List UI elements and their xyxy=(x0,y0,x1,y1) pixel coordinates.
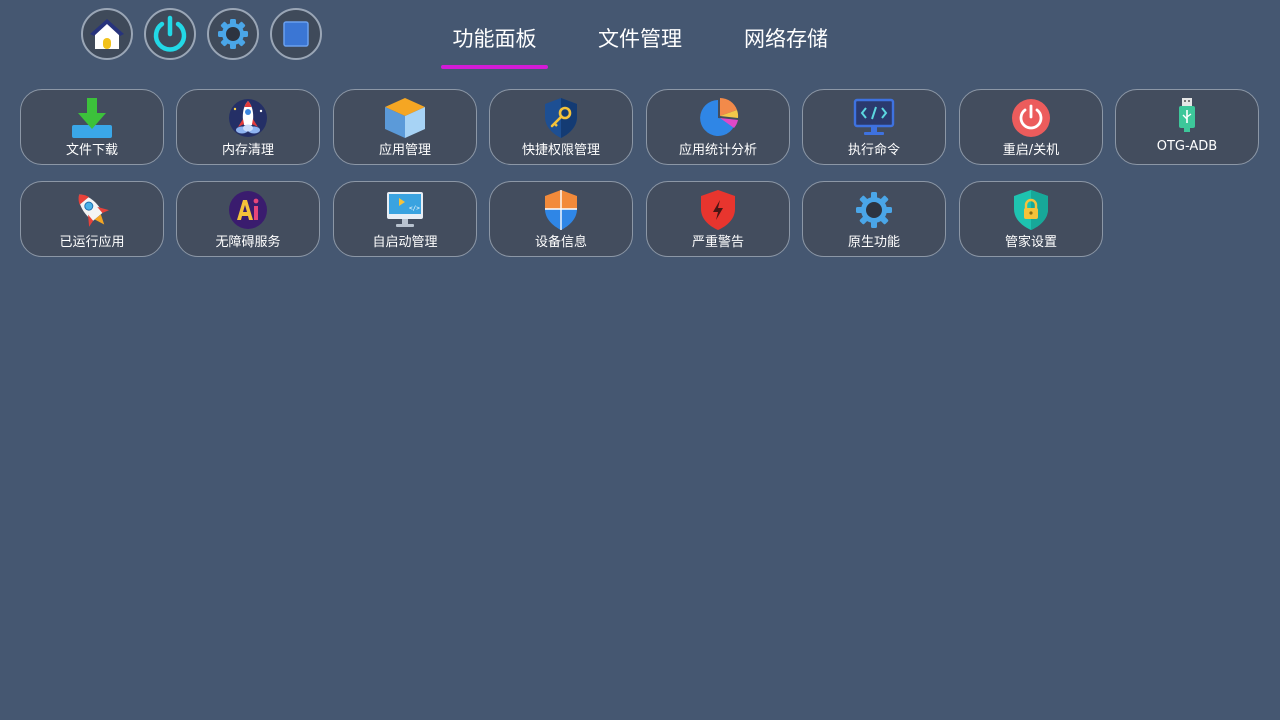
tile-label: 严重警告 xyxy=(691,235,744,250)
tile-native-functions[interactable]: 原生功能 xyxy=(802,181,946,257)
tile-accessibility[interactable]: 无障碍服务 xyxy=(176,181,320,257)
tile-label: 已运行应用 xyxy=(59,235,125,250)
tile-label: 文件下载 xyxy=(65,143,118,158)
tile-execute-command[interactable]: 执行命令 xyxy=(802,89,946,165)
shield-icon xyxy=(539,189,583,231)
tile-label: 重启/关机 xyxy=(1002,143,1060,158)
code-monitor-icon xyxy=(852,97,896,139)
tab-file-management[interactable]: 文件管理 xyxy=(586,22,694,56)
active-tab-indicator xyxy=(441,65,548,69)
svg-text:</>: </> xyxy=(409,205,420,212)
ai-icon xyxy=(226,189,270,231)
shield-alert-icon xyxy=(696,189,740,231)
power-icon xyxy=(153,15,187,52)
tile-autostart[interactable]: </> 自启动管理 xyxy=(333,181,477,257)
tile-otg-adb[interactable]: OTG-ADB xyxy=(1115,89,1259,165)
home-icon xyxy=(90,19,124,49)
tab-network-storage[interactable]: 网络存储 xyxy=(732,22,840,56)
top-bar: 功能面板 文件管理 网络存储 xyxy=(0,0,1280,80)
box-icon xyxy=(383,97,427,139)
settings-button[interactable] xyxy=(207,8,259,60)
tile-reboot-shutdown[interactable]: 重启/关机 xyxy=(959,89,1103,165)
tile-label: 内存清理 xyxy=(221,143,274,158)
tile-label: 原生功能 xyxy=(847,235,900,250)
home-button[interactable] xyxy=(81,8,133,60)
tile-running-apps[interactable]: 已运行应用 xyxy=(20,181,164,257)
download-icon xyxy=(70,97,114,139)
usb-icon xyxy=(1165,97,1209,139)
rocket-icon xyxy=(70,189,114,231)
tile-file-download[interactable]: 文件下载 xyxy=(20,89,164,165)
tile-manager-settings[interactable]: 管家设置 xyxy=(959,181,1103,257)
tile-label: 自启动管理 xyxy=(372,235,438,250)
tile-label: 执行命令 xyxy=(847,143,900,158)
tile-device-info[interactable]: 设备信息 xyxy=(489,181,633,257)
pie-chart-icon xyxy=(696,97,740,139)
tile-label: 设备信息 xyxy=(534,235,587,250)
tile-quick-permission[interactable]: 快捷权限管理 xyxy=(489,89,633,165)
lock-shield-icon xyxy=(1009,189,1053,231)
tile-app-statistics[interactable]: 应用统计分析 xyxy=(646,89,790,165)
tab-function-panel[interactable]: 功能面板 xyxy=(441,22,548,56)
tile-label: 应用统计分析 xyxy=(678,143,757,158)
tile-memory-clean[interactable]: 内存清理 xyxy=(176,89,320,165)
square-stop-icon xyxy=(283,21,309,47)
tile-label: 应用管理 xyxy=(378,143,431,158)
power-button[interactable] xyxy=(144,8,196,60)
rocket-cleanup-icon xyxy=(226,97,270,139)
tile-label: OTG-ADB xyxy=(1156,139,1218,154)
monitor-play-icon: </> xyxy=(383,189,427,231)
tile-label: 无障碍服务 xyxy=(215,235,281,250)
shield-key-icon xyxy=(539,97,583,139)
tile-app-management[interactable]: 应用管理 xyxy=(333,89,477,165)
tile-label: 管家设置 xyxy=(1004,235,1057,250)
gear-icon xyxy=(852,189,896,231)
tile-label: 快捷权限管理 xyxy=(521,143,600,158)
stop-button[interactable] xyxy=(270,8,322,60)
power-icon xyxy=(1009,97,1053,139)
tile-severe-warning[interactable]: 严重警告 xyxy=(646,181,790,257)
settings-gear-icon xyxy=(218,19,248,49)
